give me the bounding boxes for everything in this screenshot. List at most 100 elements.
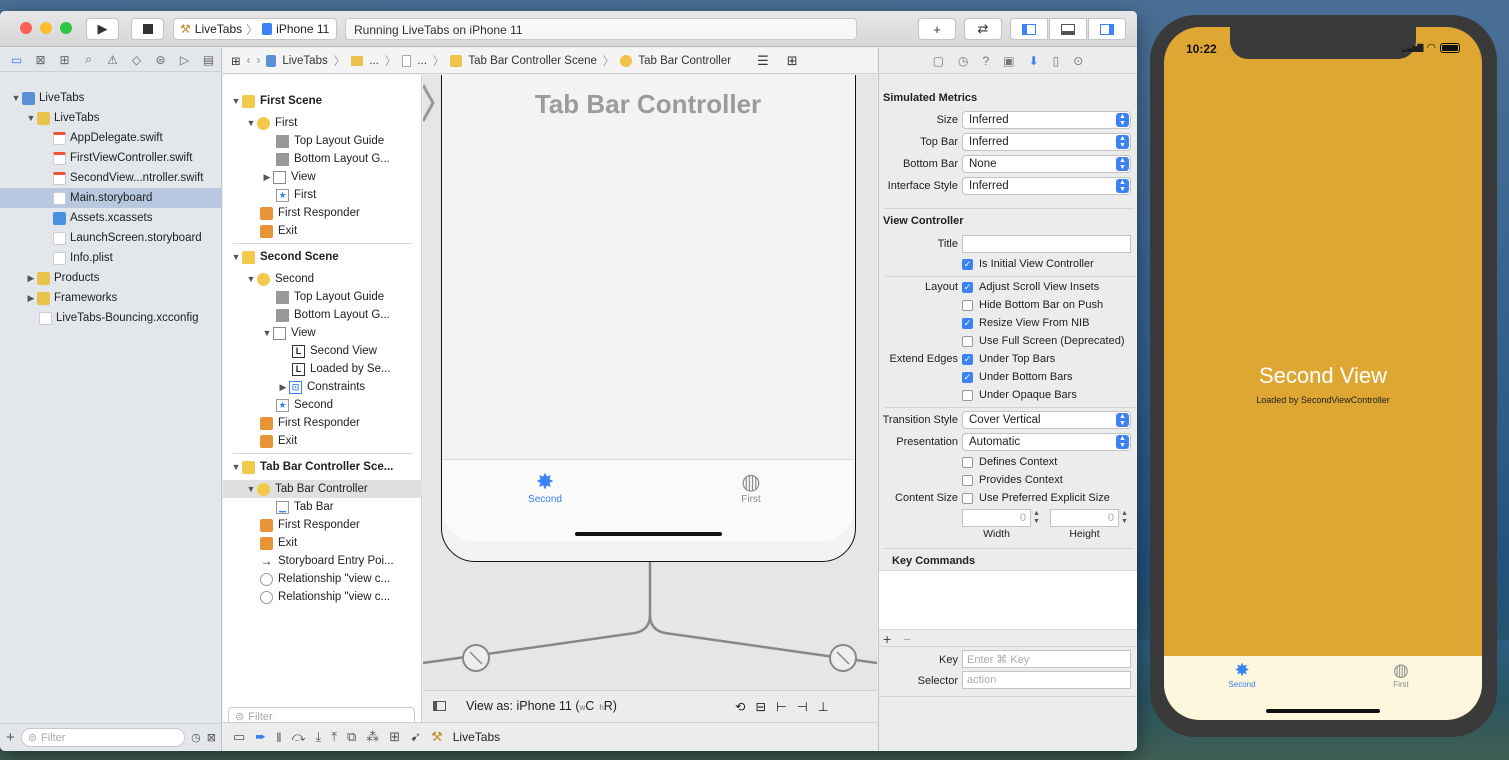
outline-item[interactable]: ★ Second: [223, 396, 422, 414]
jumpbar-item[interactable]: Tab Bar Controller: [638, 55, 731, 67]
forward-icon[interactable]: ›: [256, 55, 260, 67]
tree-item-file-selected[interactable]: Main.storyboard: [0, 188, 222, 208]
breakpoint-icon[interactable]: ▷: [176, 53, 193, 67]
disclosure-icon[interactable]: ▼: [25, 113, 37, 123]
outline-item[interactable]: First Responder: [223, 414, 422, 432]
outline-item[interactable]: First Responder: [223, 516, 422, 534]
size-popup[interactable]: Inferred ▲ ▼: [962, 111, 1131, 129]
is-initial-checkbox[interactable]: ✓ Is Initial View Controller: [962, 258, 1094, 270]
jumpbar-item[interactable]: ...: [417, 55, 427, 67]
tab-second[interactable]: ✸ Second: [505, 470, 585, 506]
transition-style-popup[interactable]: Cover Vertical ▲ ▼: [962, 411, 1131, 429]
topbar-popup[interactable]: Inferred ▲ ▼: [962, 133, 1131, 151]
tree-item-group[interactable]: ▶ Products: [0, 268, 222, 288]
disclosure-icon[interactable]: ▼: [245, 118, 257, 128]
outline-item[interactable]: Bottom Layout G...: [223, 306, 422, 324]
code-review-button[interactable]: ⇄: [964, 18, 1002, 40]
outline-item[interactable]: L Second View: [223, 342, 422, 360]
minimize-window-button[interactable]: [40, 22, 52, 34]
outline-scene[interactable]: ▼ Second Scene: [223, 248, 422, 266]
disclosure-icon[interactable]: ▶: [277, 382, 289, 393]
disclosure-icon[interactable]: ▼: [261, 328, 273, 338]
align-icon[interactable]: ⊢: [776, 699, 787, 714]
warning-icon[interactable]: ⚠: [104, 53, 121, 67]
width-field[interactable]: 0: [962, 509, 1031, 527]
hide-bottom-checkbox[interactable]: Hide Bottom Bar on Push: [962, 299, 1103, 311]
add-editor-icon[interactable]: ⊞: [787, 53, 798, 69]
toggle-inspector-button[interactable]: [1088, 18, 1126, 40]
outline-item[interactable]: First Responder: [223, 204, 422, 222]
tree-item-file[interactable]: LiveTabs-Bouncing.xcconfig: [0, 308, 222, 328]
adjust-scroll-checkbox[interactable]: ✓ Adjust Scroll View Insets: [962, 281, 1099, 293]
tree-item-project[interactable]: ▼ LiveTabs: [0, 88, 222, 108]
outline-item[interactable]: → Storyboard Entry Poi...: [223, 552, 422, 570]
disclosure-icon[interactable]: ▼: [245, 484, 257, 494]
outline-item[interactable]: Top Layout Guide: [223, 288, 422, 306]
outline-scene[interactable]: ▼ Tab Bar Controller Sce...: [223, 458, 422, 476]
outline-item[interactable]: ▶ View: [223, 168, 422, 186]
under-top-bars-checkbox[interactable]: ✓ Under Top Bars: [962, 353, 1055, 365]
pause-icon[interactable]: ‖: [276, 730, 281, 745]
disclosure-icon[interactable]: ▼: [230, 96, 242, 106]
view-debugger-icon[interactable]: ⧉: [347, 729, 356, 745]
toggle-navigator-button[interactable]: [1010, 18, 1048, 40]
attributes-icon[interactable]: ⬇: [1029, 54, 1039, 68]
jumpbar-item[interactable]: Tab Bar Controller Scene: [468, 55, 596, 67]
jumpbar-item[interactable]: ...: [369, 55, 379, 67]
history-icon[interactable]: ◷: [958, 54, 968, 68]
breakpoints-icon[interactable]: ➨: [255, 729, 266, 745]
tab-first[interactable]: ◍ First: [711, 470, 791, 506]
tree-item-file[interactable]: AppDelegate.swift: [0, 128, 222, 148]
bottombar-popup[interactable]: None ▲ ▼: [962, 155, 1131, 173]
update-frames-icon[interactable]: ⟲: [735, 699, 745, 714]
disclosure-icon[interactable]: ▶: [25, 273, 37, 284]
key-commands-table[interactable]: [879, 570, 1137, 630]
file-inspector-icon[interactable]: ▢: [933, 54, 944, 68]
embed-in-icon[interactable]: ⊟: [755, 699, 765, 714]
title-field[interactable]: [962, 235, 1131, 253]
identity-icon[interactable]: ▣: [1003, 54, 1014, 68]
add-key-command-icon[interactable]: +: [883, 631, 891, 647]
size-icon[interactable]: ▯: [1053, 54, 1060, 68]
outline-item[interactable]: Relationship "view c...: [223, 570, 422, 588]
defines-context-checkbox[interactable]: Defines Context: [962, 456, 1057, 468]
height-field[interactable]: 0: [1050, 509, 1119, 527]
preferred-size-checkbox[interactable]: Use Preferred Explicit Size: [962, 492, 1110, 504]
zoom-window-button[interactable]: [60, 22, 72, 34]
tree-item-file[interactable]: Info.plist: [0, 248, 222, 268]
scheme-selector[interactable]: ⚒ LiveTabs 〉 iPhone 11: [173, 18, 337, 40]
simulator-screen[interactable]: 10:22 ▂▃▅▇ ◠ Second View Loaded by Secon…: [1164, 27, 1482, 720]
step-out-icon[interactable]: ⤒: [331, 729, 337, 745]
tree-item-group[interactable]: ▼ LiveTabs: [0, 108, 222, 128]
disclosure-icon[interactable]: ▶: [25, 293, 37, 304]
scm-filter-icon[interactable]: ⊠: [207, 731, 216, 744]
toggle-debug-button[interactable]: [1049, 18, 1087, 40]
selector-field[interactable]: action: [962, 671, 1131, 689]
tab-bar-controller-scene[interactable]: Tab Bar Controller ✸ Second ◍ First: [441, 75, 856, 562]
outline-item-selected[interactable]: ▼ Tab Bar Controller: [223, 480, 422, 498]
disclosure-icon[interactable]: ▼: [10, 93, 22, 103]
navigator-filter-field[interactable]: ⊜ Filter: [20, 728, 186, 747]
run-button[interactable]: ▶: [86, 18, 119, 40]
source-control-icon[interactable]: ⊠: [32, 53, 49, 67]
hide-debug-icon[interactable]: ▭: [233, 729, 245, 745]
outline-item[interactable]: ★ First: [223, 186, 422, 204]
environment-icon[interactable]: ⊞: [389, 729, 400, 745]
remove-key-command-icon[interactable]: −: [903, 631, 911, 647]
disclosure-icon[interactable]: ▼: [230, 462, 242, 472]
back-icon[interactable]: ‹: [247, 55, 251, 67]
outline-item[interactable]: ▶ ⊡ Constraints: [223, 378, 422, 396]
disclosure-icon[interactable]: ▼: [230, 252, 242, 262]
outline-item[interactable]: ▼ First: [223, 114, 422, 132]
related-items-icon[interactable]: ⊞: [231, 54, 241, 68]
recent-icon[interactable]: ◷: [191, 731, 201, 744]
folder-icon[interactable]: ▭: [8, 53, 25, 67]
memory-graph-icon[interactable]: ⁂: [366, 729, 379, 745]
provides-context-checkbox[interactable]: Provides Context: [962, 474, 1063, 486]
debug-icon[interactable]: ⊜: [152, 53, 169, 67]
tree-item-file[interactable]: Assets.xcassets: [0, 208, 222, 228]
tree-item-file[interactable]: LaunchScreen.storyboard: [0, 228, 222, 248]
connections-icon[interactable]: ⊙: [1073, 54, 1083, 68]
outline-item[interactable]: ▼ Second: [223, 270, 422, 288]
outline-item[interactable]: Bottom Layout G...: [223, 150, 422, 168]
